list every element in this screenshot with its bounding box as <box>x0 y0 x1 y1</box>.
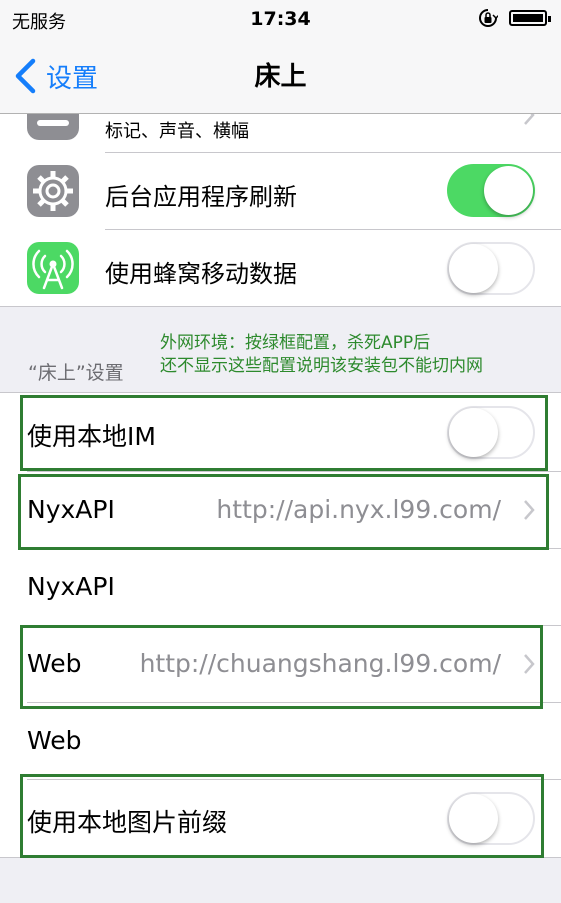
navigation-bar: 设置 床上 <box>0 38 561 114</box>
page-title: 床上 <box>254 62 307 92</box>
app-settings-group: 标记、声音、横幅 后台应用程序刷新 使用蜂窝移动数据 <box>0 114 561 307</box>
cellular-data-row: 使用蜂窝移动数据 <box>0 230 561 306</box>
rotation-lock-icon <box>479 9 498 27</box>
notifications-row[interactable]: 标记、声音、横幅 <box>0 114 561 152</box>
background-refresh-row: 后台应用程序刷新 <box>0 153 561 229</box>
cellular-antenna-icon <box>27 242 79 294</box>
section-header: “床上”设置 <box>28 362 124 384</box>
cellular-data-toggle[interactable] <box>447 242 535 295</box>
chevron-right-icon <box>524 114 535 125</box>
notifications-icon <box>27 114 79 140</box>
status-bar: 无服务 17:34 <box>0 0 561 38</box>
background-refresh-label: 后台应用程序刷新 <box>105 183 297 211</box>
status-time: 17:34 <box>250 8 311 30</box>
annotation-line-2: 还不显示这些配置说明该安装包不能切内网 <box>160 356 483 376</box>
battery-icon <box>509 10 551 26</box>
highlight-box-nyxapi <box>18 474 549 550</box>
nyxapi-header-row: NyxAPI <box>0 549 561 625</box>
background-refresh-toggle[interactable] <box>447 164 535 217</box>
web-header-row: Web <box>0 703 561 779</box>
annotation-line-1: 外网环境：按绿框配置，杀死APP后 <box>160 333 431 353</box>
nyxapi-header-label: NyxAPI <box>27 572 115 601</box>
highlight-box-image-prefix <box>20 774 544 858</box>
highlight-box-local-im <box>20 395 548 471</box>
cellular-data-label: 使用蜂窝移动数据 <box>105 260 297 288</box>
notifications-subtitle: 标记、声音、横幅 <box>105 121 249 142</box>
highlight-box-web <box>20 625 543 709</box>
gear-icon <box>27 165 79 217</box>
annotation-note: 外网环境：按绿框配置，杀死APP后 还不显示这些配置说明该安装包不能切内网 <box>160 332 483 378</box>
web-header-label: Web <box>27 726 82 755</box>
